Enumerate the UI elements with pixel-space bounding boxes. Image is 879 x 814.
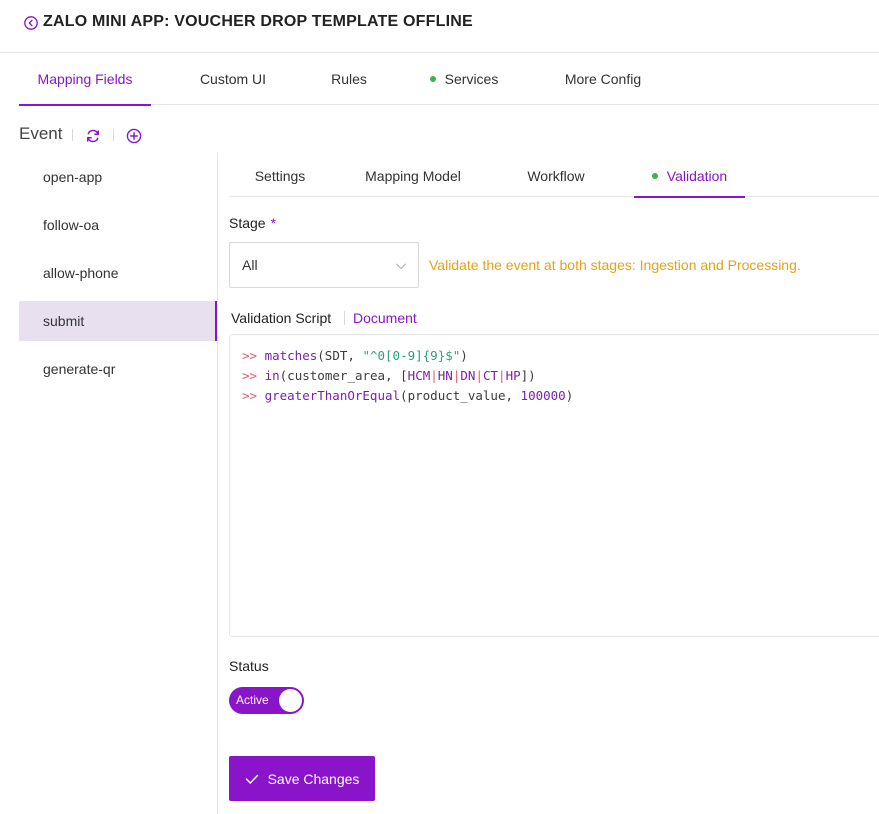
tab-services[interactable]: Services [427, 53, 501, 105]
tab-rules[interactable]: Rules [330, 53, 368, 105]
event-item-open-app[interactable]: open-app [19, 157, 218, 197]
divider [72, 129, 73, 141]
tab-label: More Config [564, 71, 642, 87]
tab-label: Services [444, 71, 499, 87]
add-circle-icon[interactable] [126, 128, 142, 144]
status-label: Status [229, 658, 269, 674]
tab-validation[interactable]: Validation [634, 155, 745, 198]
stage-select[interactable]: All [229, 242, 419, 288]
inner-tab-bar: Settings Mapping Model Workflow Validati… [229, 155, 879, 198]
back-circle-icon[interactable] [24, 16, 38, 30]
event-panel-title: Event [19, 124, 63, 143]
tab-label: Mapping Model [365, 168, 461, 184]
tab-mapping-model[interactable]: Mapping Model [363, 155, 463, 197]
stage-label-text: Stage [229, 215, 266, 231]
required-mark: * [270, 215, 277, 231]
toggle-label: Active [236, 693, 269, 707]
stage-hint: Validate the event at both stages: Inges… [429, 257, 801, 273]
save-button-label: Save Changes [267, 770, 360, 787]
tab-label: Workflow [527, 168, 585, 184]
tab-custom-ui[interactable]: Custom UI [199, 53, 267, 105]
tab-mapping-fields[interactable]: Mapping Fields [19, 53, 151, 106]
tab-workflow[interactable]: Workflow [526, 155, 586, 197]
tab-label: Mapping Fields [37, 71, 133, 87]
tab-settings[interactable]: Settings [245, 155, 315, 197]
event-item-submit[interactable]: submit [19, 301, 218, 341]
toggle-knob [279, 689, 302, 712]
save-changes-button[interactable]: Save Changes [229, 756, 375, 801]
validation-script-editor[interactable]: >> matches(SDT, "^0[0-9]{9}$") >> in(cus… [229, 334, 879, 637]
stage-selected-value: All [242, 257, 258, 273]
chevron-down-icon [395, 263, 407, 270]
top-tab-bar: Mapping Fields Custom UI Rules Services … [19, 53, 879, 106]
code-line: >> in(customer_area, [HCM|HN|DN|CT|HP]) [242, 368, 536, 383]
refresh-icon[interactable] [85, 128, 101, 144]
document-link[interactable]: Document [353, 310, 417, 326]
panel-divider [217, 153, 218, 814]
tab-more-config[interactable]: More Config [563, 53, 643, 105]
stage-label: Stage * [229, 215, 276, 231]
divider [113, 129, 114, 141]
code-line: >> matches(SDT, "^0[0-9]{9}$") [242, 348, 468, 363]
status-dot [651, 173, 658, 179]
check-icon [245, 774, 258, 784]
code-line: >> greaterThanOrEqual(product_value, 100… [242, 388, 574, 403]
tab-label: Validation [666, 168, 728, 184]
event-item-generate-qr[interactable]: generate-qr [19, 349, 218, 389]
event-item-follow-oa[interactable]: follow-oa [19, 205, 218, 245]
status-toggle[interactable]: Active [229, 687, 304, 714]
page-header: ZALO MINI APP: VOUCHER DROP TEMPLATE OFF… [0, 0, 879, 53]
tab-label: Settings [254, 168, 306, 184]
event-item-allow-phone[interactable]: allow-phone [19, 253, 218, 293]
divider [344, 311, 345, 325]
validation-script-label: Validation Script [231, 310, 332, 326]
page-title: ZALO MINI APP: VOUCHER DROP TEMPLATE OFF… [43, 13, 473, 30]
status-dot [429, 76, 436, 82]
tab-label: Custom UI [199, 71, 267, 87]
tab-label: Rules [331, 71, 367, 87]
